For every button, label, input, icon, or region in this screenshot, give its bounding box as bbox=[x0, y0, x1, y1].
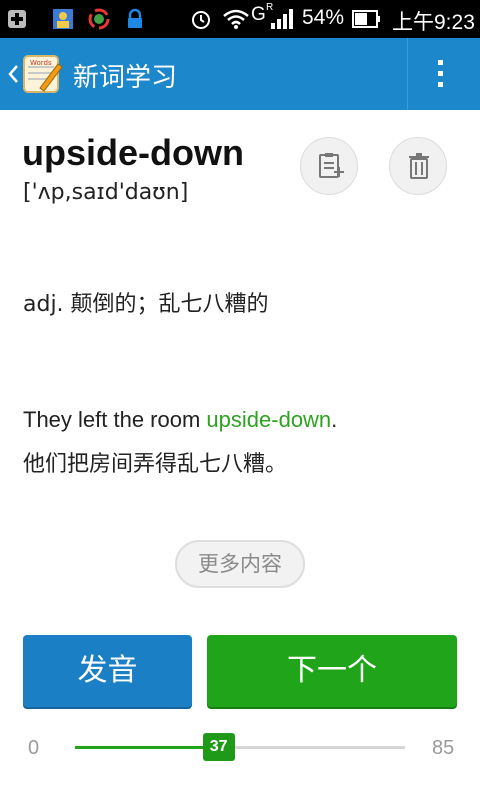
example-translation: 他们把房间弄得乱七八糟。 bbox=[23, 452, 288, 477]
action-bar: Words 新词学习 bbox=[0, 38, 480, 110]
app-logo-text: Words bbox=[30, 59, 52, 67]
page-title: 新词学习 bbox=[73, 63, 178, 93]
signal-icon bbox=[271, 9, 293, 29]
back-chevron-icon[interactable] bbox=[6, 60, 20, 88]
add-note-icon bbox=[319, 153, 344, 178]
progress-max-label: 85 bbox=[432, 737, 455, 759]
more-content-button[interactable]: 更多内容 bbox=[175, 540, 305, 588]
battery-percent: 54% bbox=[302, 6, 345, 29]
add-box-icon bbox=[8, 10, 26, 28]
next-word-button[interactable]: 下一个 bbox=[207, 635, 457, 707]
battery-icon bbox=[352, 10, 380, 28]
clock: 上午9:23 bbox=[392, 11, 475, 34]
add-to-wordbook-button[interactable] bbox=[300, 137, 358, 195]
lock-icon bbox=[128, 8, 142, 28]
action-bar-divider bbox=[407, 38, 408, 110]
example-highlight: upside-down bbox=[206, 407, 332, 432]
progress-thumb[interactable]: 37 bbox=[202, 733, 235, 761]
sync-icon bbox=[88, 8, 110, 30]
overflow-menu-icon[interactable] bbox=[430, 56, 450, 92]
example-sentence: They left the room upside-down. bbox=[23, 402, 337, 438]
progress-fill bbox=[75, 746, 219, 749]
progress-track[interactable] bbox=[75, 746, 405, 749]
trash-icon bbox=[409, 153, 429, 179]
headword: upside-down bbox=[22, 132, 244, 173]
phonetic-transcription: ['ʌp,saɪd'daʊn] bbox=[23, 180, 189, 205]
example-text-before: They left the room bbox=[23, 407, 207, 432]
pronounce-button[interactable]: 发音 bbox=[23, 635, 192, 707]
status-bar: G R 54% 上午9:23 bbox=[0, 0, 480, 38]
example-text-after: . bbox=[331, 407, 338, 432]
app-logo-icon[interactable]: Words bbox=[22, 54, 64, 94]
definition-text: adj. 颠倒的；乱七八糟的 bbox=[23, 292, 269, 317]
delete-button[interactable] bbox=[389, 137, 447, 195]
wifi-icon bbox=[223, 9, 249, 29]
alarm-icon bbox=[192, 11, 210, 29]
network-type-label: G bbox=[251, 4, 266, 25]
contacts-icon bbox=[53, 9, 73, 29]
progress-min-label: 0 bbox=[28, 737, 40, 759]
